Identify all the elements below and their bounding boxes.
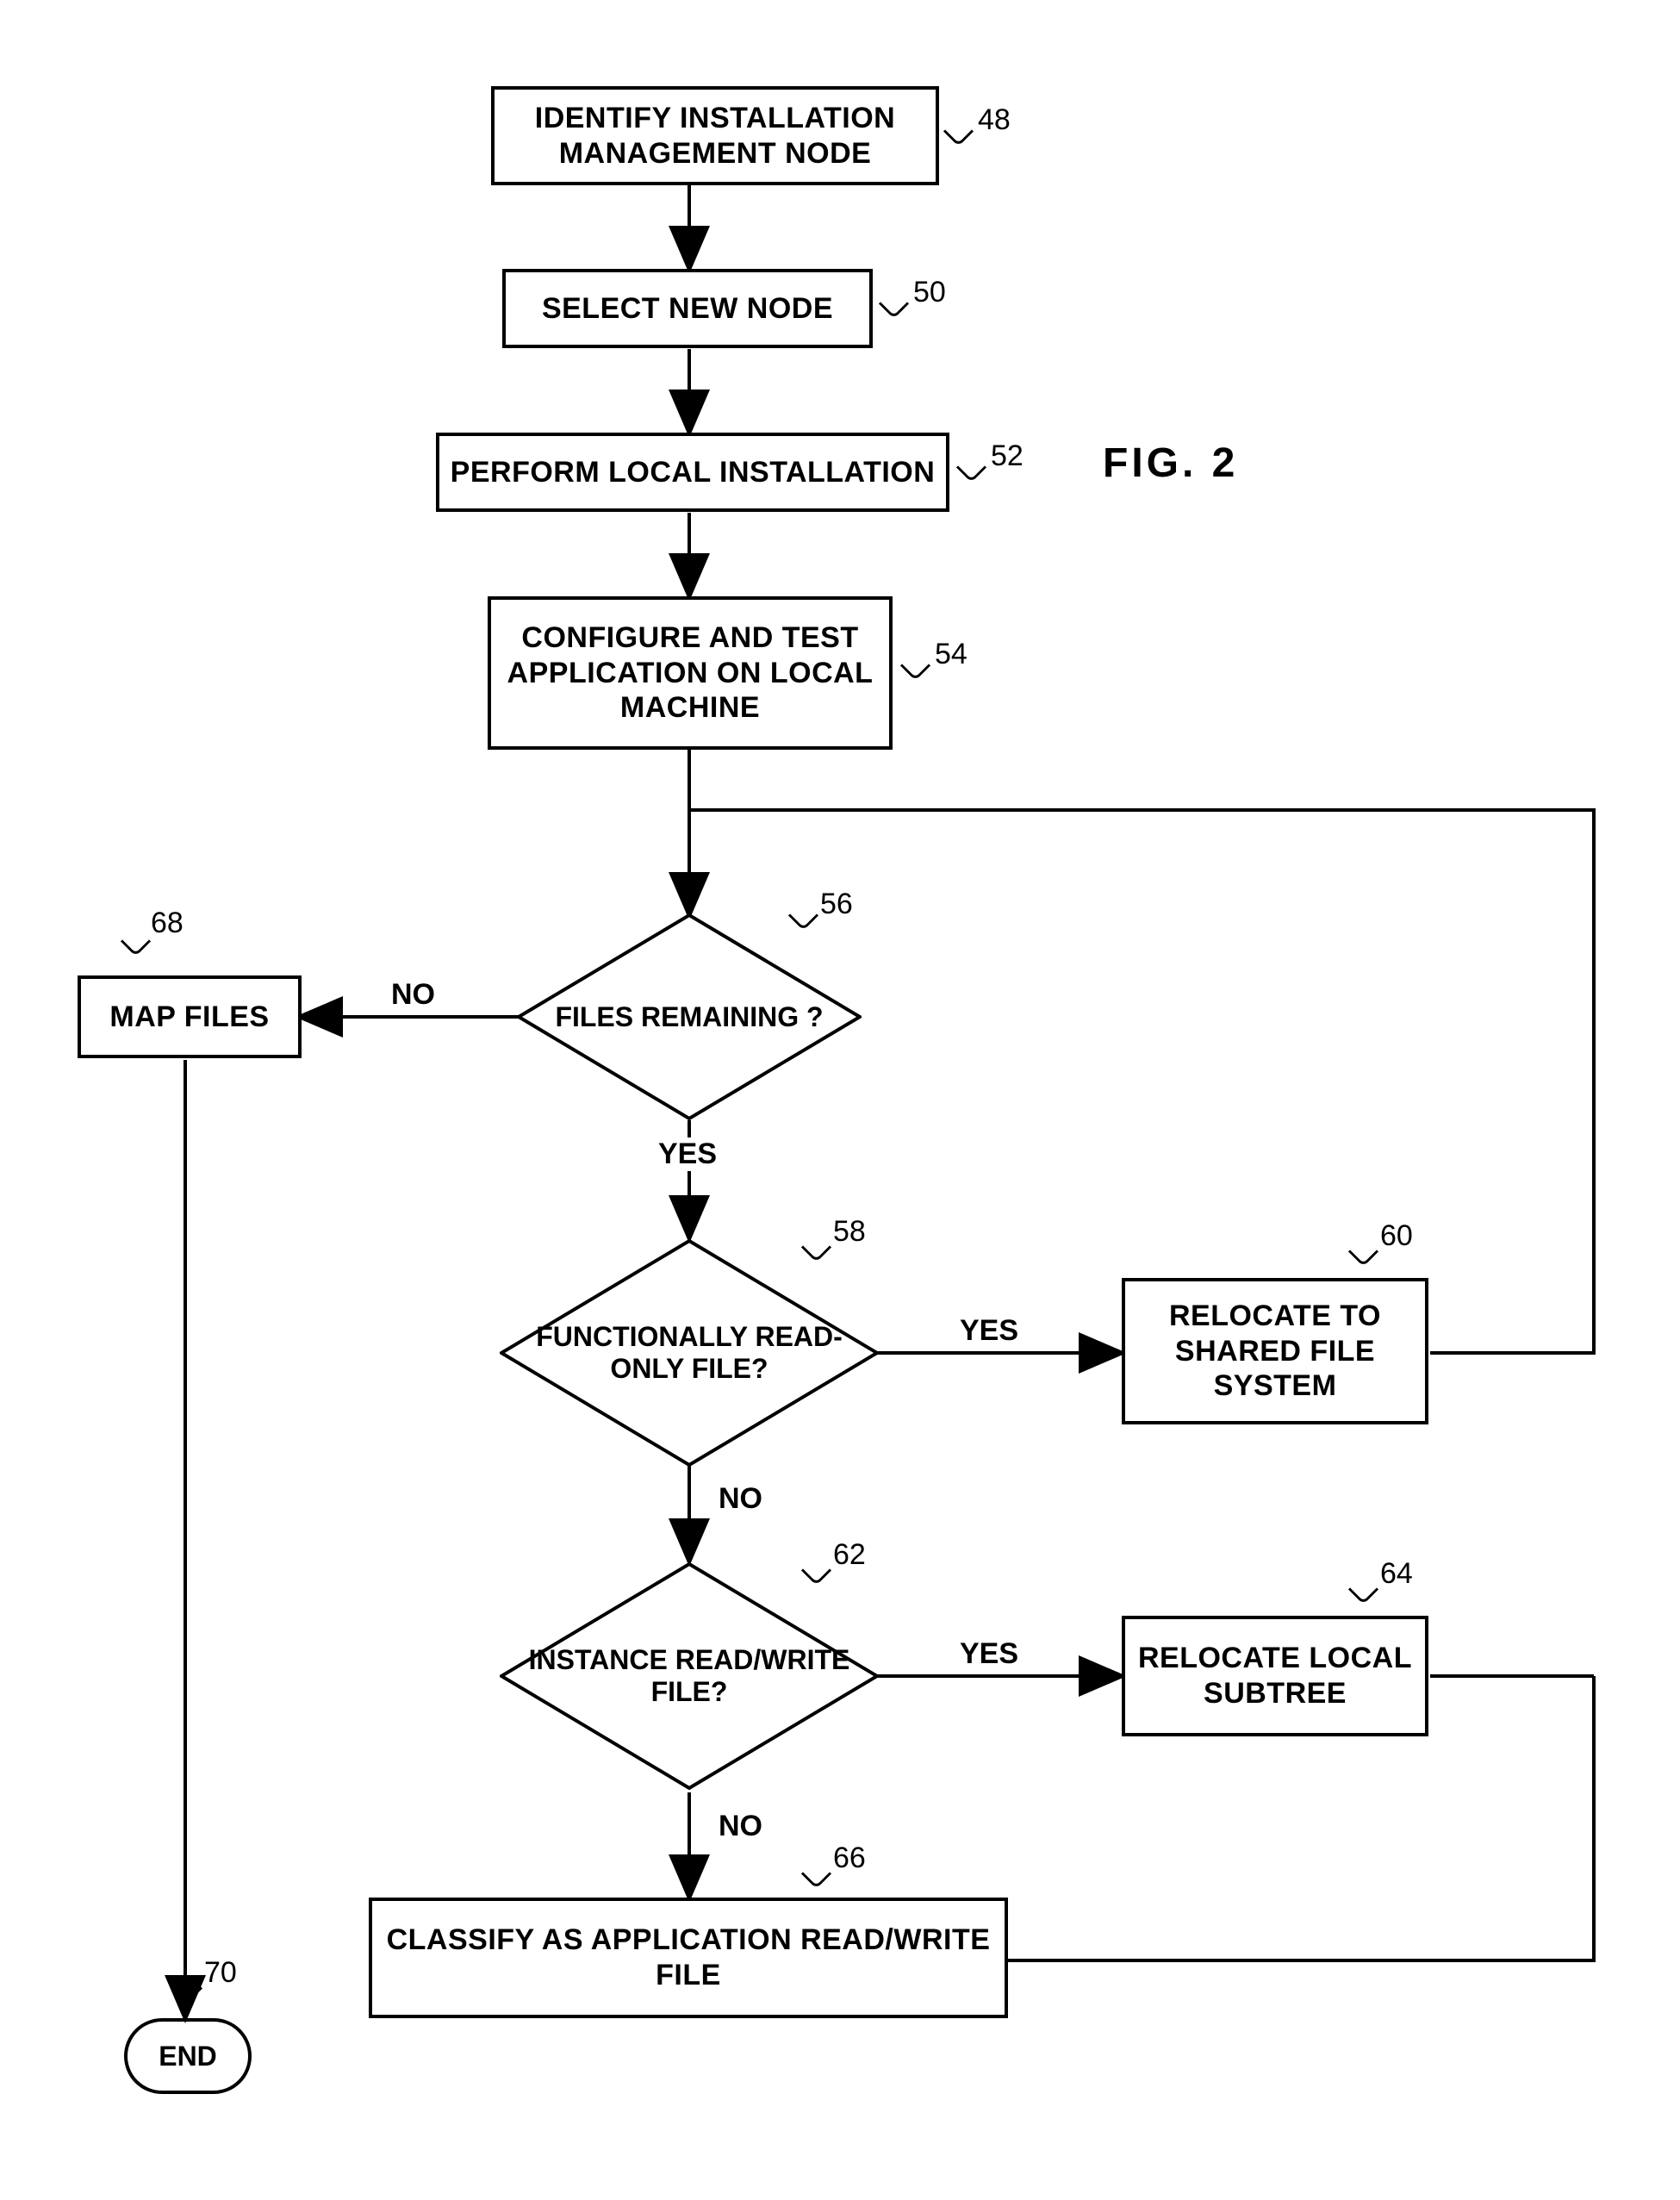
ref-tick [900,651,930,681]
box-text: CLASSIFY AS APPLICATION READ/WRITE FILE [379,1923,998,1993]
ref-58: 58 [833,1215,866,1249]
flowchart-canvas: IDENTIFY INSTALLATION MANAGEMENT NODE 48… [34,34,1646,2166]
box-text: RELOCATE LOCAL SUBTREE [1132,1641,1418,1711]
ref-tick [121,926,151,957]
figure-label: FIG. 2 [1103,439,1238,487]
diamond-text: INSTANCE READ/WRITE FILE? [500,1644,879,1708]
decision-functionally-readonly: FUNCTIONALLY READ-ONLY FILE? [500,1239,879,1467]
diamond-text: FILES REMAINING ? [555,1001,823,1033]
edge-yes: YES [956,1314,1022,1348]
ref-70: 70 [204,1956,237,1990]
process-map-files: MAP FILES [78,975,302,1058]
edge-yes: YES [956,1637,1022,1671]
box-text: PERFORM LOCAL INSTALLATION [451,455,936,490]
ref-56: 56 [820,888,853,921]
ref-tick [943,116,974,146]
edge-no: NO [715,1482,766,1516]
edge-no: NO [388,978,439,1012]
ref-50: 50 [913,276,946,309]
ref-tick [172,1973,202,2004]
edge-yes: YES [655,1137,720,1171]
ref-60: 60 [1380,1219,1413,1253]
process-relocate-shared: RELOCATE TO SHARED FILE SYSTEM [1122,1278,1428,1424]
edge-no: NO [715,1810,766,1843]
process-select-new-node: SELECT NEW NODE [502,269,873,348]
ref-66: 66 [833,1842,866,1875]
ref-tick [956,452,986,483]
decision-instance-readwrite: INSTANCE READ/WRITE FILE? [500,1562,879,1790]
box-text: CONFIGURE AND TEST APPLICATION ON LOCAL … [498,620,882,726]
ref-tick [1348,1237,1378,1267]
terminator-end: END [124,2018,252,2094]
ref-62: 62 [833,1538,866,1572]
box-text: SELECT NEW NODE [542,291,833,327]
process-classify-application-rw: CLASSIFY AS APPLICATION READ/WRITE FILE [369,1898,1008,2018]
ref-tick [879,289,909,319]
process-perform-local-installation: PERFORM LOCAL INSTALLATION [436,433,949,512]
ref-tick [1348,1574,1378,1605]
ref-64: 64 [1380,1557,1413,1591]
process-configure-test: CONFIGURE AND TEST APPLICATION ON LOCAL … [488,596,893,750]
decision-files-remaining: FILES REMAINING ? [517,913,862,1120]
ref-52: 52 [991,439,1024,473]
box-text: RELOCATE TO SHARED FILE SYSTEM [1132,1299,1418,1404]
ref-48: 48 [978,103,1011,137]
ref-tick [801,1859,831,1889]
ref-54: 54 [935,638,968,671]
process-identify-installation: IDENTIFY INSTALLATION MANAGEMENT NODE [491,86,939,185]
box-text: IDENTIFY INSTALLATION MANAGEMENT NODE [501,101,929,171]
end-text: END [159,2041,217,2072]
box-text: MAP FILES [109,1000,269,1035]
ref-68: 68 [151,907,184,940]
process-relocate-local-subtree: RELOCATE LOCAL SUBTREE [1122,1616,1428,1736]
diamond-text: FUNCTIONALLY READ-ONLY FILE? [500,1321,879,1385]
